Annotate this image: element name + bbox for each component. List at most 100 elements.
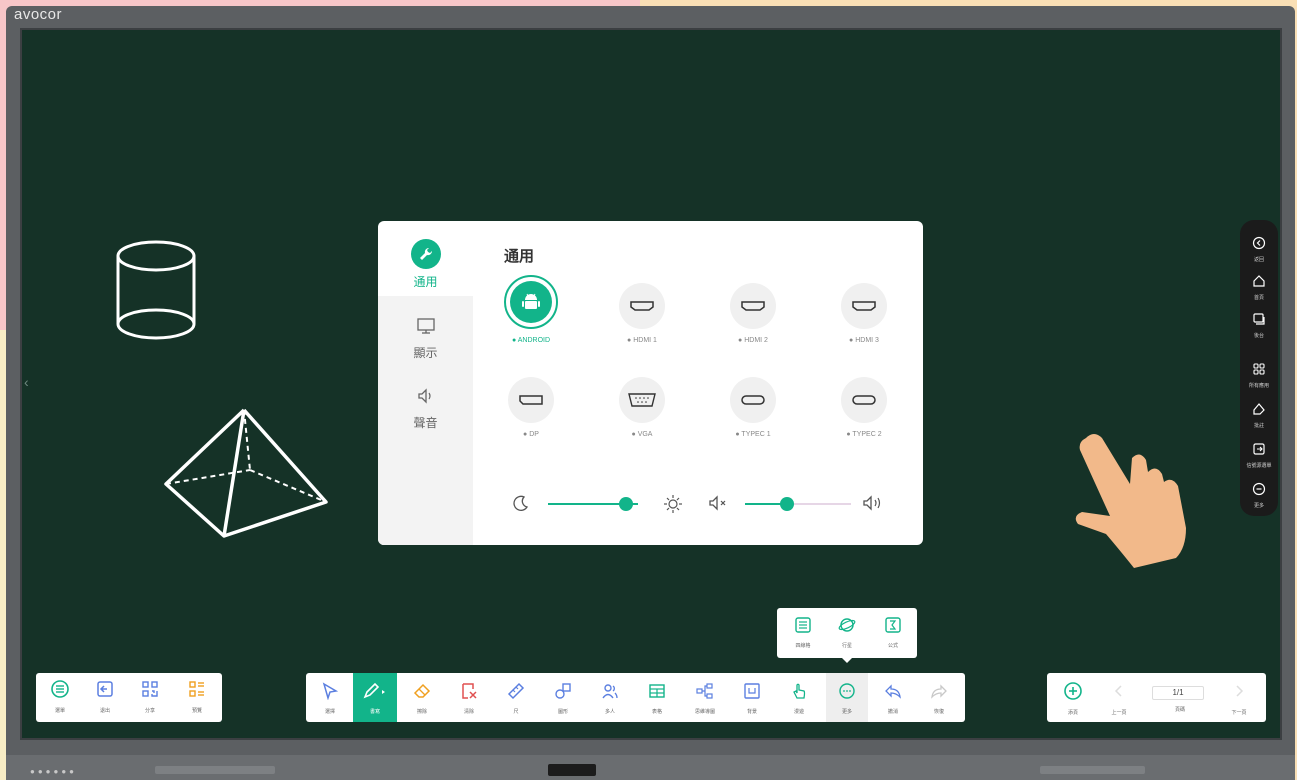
qr-share-icon	[142, 681, 158, 697]
multi-user-button[interactable]: 多人	[591, 673, 629, 722]
more-button[interactable]: 更多	[826, 673, 868, 722]
typec-icon	[841, 377, 887, 423]
sidebar-item-label: 批註	[1253, 423, 1264, 429]
ruler-button[interactable]: 尺	[497, 673, 535, 722]
prev-page-button[interactable]: 上一頁	[1099, 681, 1139, 716]
roam-button[interactable]: 漫遊	[780, 673, 818, 722]
settings-panel: 通用 顯示 聲音 通用 ● ANDROID ● HDMI 1 ● HDMI 2	[378, 221, 923, 545]
next-page-button[interactable]: 下一頁	[1217, 681, 1261, 716]
more-icon	[839, 683, 855, 699]
tool-label: 思維導圖	[694, 709, 715, 715]
tool-label: 背景	[746, 709, 757, 715]
mind-map-icon	[696, 683, 713, 699]
exit-button[interactable]: 退出	[86, 679, 124, 717]
eraser-button[interactable]: 擦除	[403, 673, 441, 722]
multi-user-icon	[602, 684, 618, 699]
pen-icon	[363, 682, 385, 699]
pen-button[interactable]: 書寫	[353, 673, 397, 722]
tool-label: 退出	[99, 708, 110, 714]
tool-label: 行星	[841, 643, 852, 649]
source-label: ● DP	[523, 431, 539, 438]
tool-label: 更多	[841, 709, 852, 715]
clear-button[interactable]: 清除	[450, 673, 488, 722]
brand-logo: avocor	[14, 6, 63, 23]
tool-label: 尺	[513, 709, 519, 715]
tool-label: 添頁	[1067, 710, 1078, 716]
select-button[interactable]: 選擇	[311, 673, 349, 722]
clear-icon	[462, 683, 477, 699]
menu-button[interactable]: 選單	[41, 679, 79, 717]
settings-tab-display[interactable]: 顯示	[378, 317, 473, 361]
settings-tab-label: 顯示	[413, 346, 438, 360]
source-label: ● TYPEC 2	[846, 431, 882, 438]
preview-button[interactable]: 預覽	[178, 679, 216, 717]
hdmi-icon	[730, 283, 776, 329]
tool-label: 表格	[651, 709, 662, 715]
redo-button[interactable]: 恢復	[920, 673, 958, 722]
tool-label: 上一頁	[1111, 710, 1127, 716]
chevron-left-icon	[1114, 685, 1122, 697]
sidebar-item-label: 後台	[1253, 333, 1264, 339]
typec-icon	[730, 377, 776, 423]
source-hdmi-1[interactable]: ● HDMI 1	[592, 283, 692, 344]
table-icon	[649, 684, 665, 698]
sidebar-item-all-apps[interactable]: 所有應用	[1240, 362, 1278, 389]
source-hdmi-3[interactable]: ● HDMI 3	[814, 283, 914, 344]
source-dp[interactable]: ● DP	[481, 377, 581, 438]
page-number-field[interactable]: 1/1	[1152, 686, 1204, 700]
brightness-slider-knob[interactable]	[619, 497, 634, 511]
sidebar-item-more[interactable]: 更多	[1240, 482, 1278, 509]
pyramid-shape[interactable]	[158, 404, 334, 544]
four-line-icon	[795, 617, 811, 633]
planet-button[interactable]: 行星	[827, 616, 867, 649]
background-button[interactable]: 背景	[733, 673, 771, 722]
volume-slider-knob[interactable]	[780, 497, 795, 511]
tool-label: 選擇	[324, 709, 335, 715]
tool-label: 預覽	[191, 708, 202, 714]
source-label: ● VGA	[631, 431, 653, 438]
bezel-strip-right	[1040, 766, 1145, 774]
sidebar-item-label: 首頁	[1253, 295, 1264, 301]
share-button[interactable]: 分享	[131, 679, 169, 717]
source-typec-2[interactable]: ● TYPEC 2	[814, 377, 914, 438]
formula-button[interactable]: 公式	[873, 616, 913, 649]
source-label: ● TYPEC 1	[735, 431, 771, 438]
table-button[interactable]: 表格	[638, 673, 676, 722]
source-hdmi-2[interactable]: ● HDMI 2	[703, 283, 803, 344]
sidebar-item-annotate[interactable]: 批註	[1240, 402, 1278, 429]
tool-label: 恢復	[933, 709, 944, 715]
speaker-icon	[417, 388, 431, 404]
center-toolbar: 選擇 書寫 擦除 清除 尺 圖形 多人 表格 思維導圖 背景 漫遊 更多 撤消 …	[306, 673, 965, 722]
undo-icon	[885, 684, 901, 699]
chevron-left-icon[interactable]: ‹	[24, 374, 29, 390]
cylinder-shape[interactable]	[110, 236, 202, 348]
mind-map-button[interactable]: 思維導圖	[685, 673, 725, 722]
tool-label: 撤消	[887, 709, 898, 715]
menu-icon	[51, 680, 69, 698]
sidebar-item-input-source[interactable]: 信號源選單	[1240, 442, 1278, 469]
redo-icon	[931, 684, 947, 699]
source-label: ● HDMI 1	[627, 337, 657, 344]
sidebar-item-home[interactable]: 首頁	[1240, 274, 1278, 301]
home-icon	[1253, 275, 1265, 287]
hdmi-icon	[841, 283, 887, 329]
background-icon	[744, 683, 760, 699]
tool-label: 頁碼	[1174, 707, 1185, 713]
four-line-button[interactable]: 四線格	[783, 616, 823, 649]
undo-button[interactable]: 撤消	[874, 673, 912, 722]
settings-tab-sound[interactable]: 聲音	[378, 387, 473, 431]
settings-tab-label: 聲音	[413, 416, 438, 430]
sidebar-item-recent[interactable]: 後台	[1240, 312, 1278, 339]
tool-label: 選單	[54, 708, 65, 714]
source-typec-1[interactable]: ● TYPEC 1	[703, 377, 803, 438]
settings-tab-general[interactable]: 通用	[378, 239, 473, 290]
tool-label: 多人	[604, 709, 615, 715]
eraser-icon	[413, 683, 431, 698]
tool-label: 書寫	[369, 709, 380, 715]
sidebar-item-back[interactable]: 返回	[1240, 236, 1278, 263]
shapes-icon	[555, 683, 571, 699]
add-page-button[interactable]: 添頁	[1053, 681, 1093, 716]
source-android[interactable]: ● ANDROID	[481, 275, 581, 344]
source-vga[interactable]: ● VGA	[592, 377, 692, 438]
shapes-button[interactable]: 圖形	[544, 673, 582, 722]
